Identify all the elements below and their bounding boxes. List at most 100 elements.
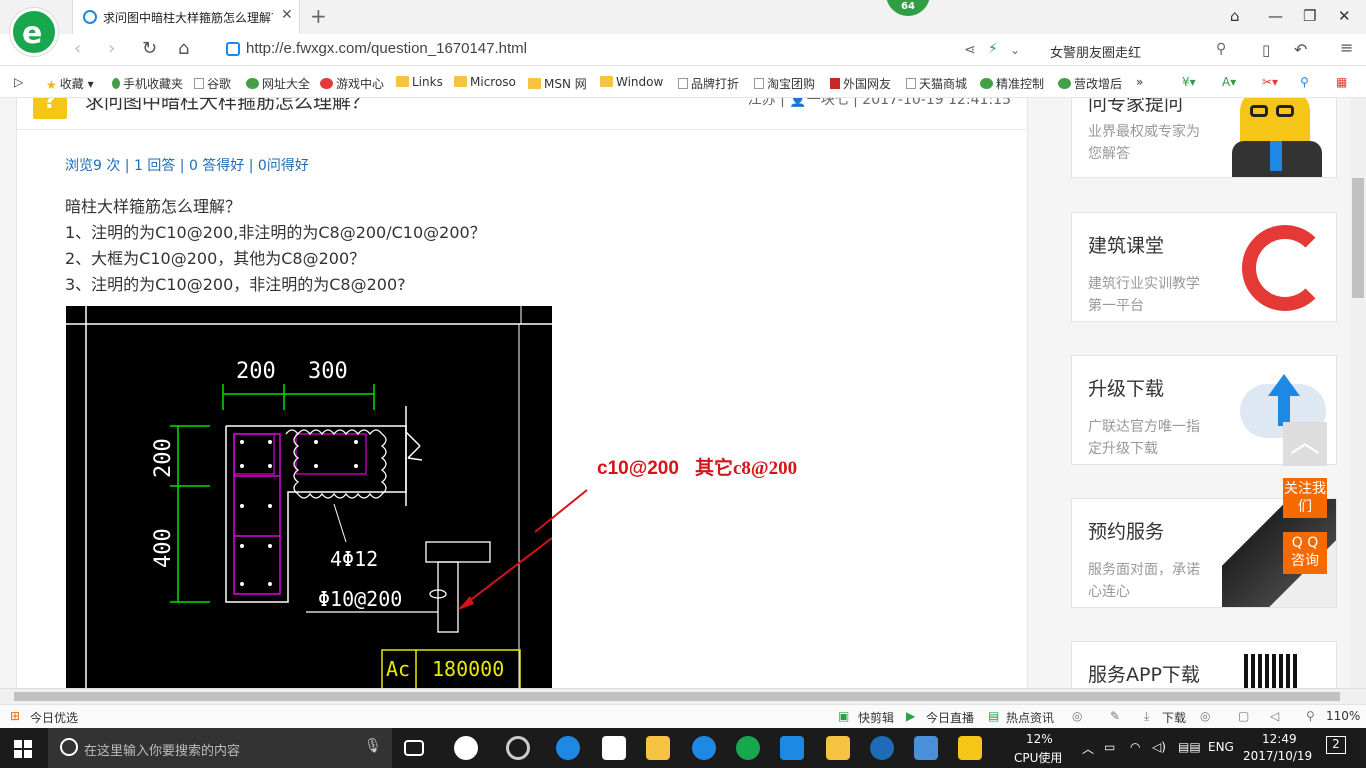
vertical-scrollbar[interactable] [1350,98,1366,688]
new-tab-button[interactable]: + [310,4,327,28]
start-button[interactable] [14,740,32,758]
more-bookmarks-icon[interactable]: » [1136,75,1143,89]
bookmark-msn[interactable]: MSN 网 [528,75,587,92]
scroll-thumb[interactable] [14,692,1340,701]
building-class-card[interactable]: 建筑课堂 建筑行业实训教学第一平台 [1071,212,1337,322]
score-badge[interactable]: 64 [886,0,930,16]
mute-icon[interactable]: ◁ [1270,709,1279,723]
scissors-icon[interactable]: ✂▾ [1262,75,1278,89]
tools-icon[interactable]: ✎ [1110,709,1120,723]
bookmark-games[interactable]: 游戏中心 [320,75,384,92]
browser-taskbar-icon[interactable] [736,736,760,760]
download-link[interactable]: 下载 [1162,709,1186,726]
reload-icon[interactable]: ↻ [142,38,157,59]
microphone-icon[interactable]: 🎙 [364,738,382,754]
question-title: 求问图中暗柱大样箍筋怎么理解？ [85,98,371,113]
browser-logo-icon[interactable]: e [10,8,58,56]
bookmark-links[interactable]: Links [396,75,443,89]
follow-us-button[interactable]: 关注我们 [1283,478,1327,518]
forward-icon[interactable]: › [108,38,115,59]
bookmark-foreign[interactable]: 外国网友 [830,75,891,92]
bookmark-taobao[interactable]: 淘宝团购 [754,75,815,92]
close-tab-icon[interactable]: ✕ [281,7,293,23]
swirl-logo-icon [1242,225,1328,311]
bookmark-precise[interactable]: 精准控制 [980,75,1044,92]
clock-time[interactable]: 12:49 [1262,732,1297,746]
url-field[interactable]: http://e.fwxgx.com/question_1670147.html [226,39,956,61]
keyboard-icon[interactable]: ▤▤ [1178,740,1201,754]
kuaijianji-link[interactable]: 快剪辑 [858,709,894,726]
zoom-level[interactable]: 110% [1326,709,1360,723]
apps-grid-icon[interactable]: ▦ [1336,75,1347,89]
tray-up-icon[interactable]: ︿ [1082,740,1094,757]
bookmark-favorites[interactable]: ★ 收藏 ▾ [46,75,94,92]
speed-icon[interactable]: ◎ [1072,709,1082,723]
question-meta[interactable]: 江苏 | 👤一块七 | 2017-10-19 12:41:15 [748,98,1011,109]
sidecard-title: 建筑课堂 [1088,235,1165,257]
mobile-icon[interactable]: ▯ [1262,41,1270,59]
chevron-down-icon[interactable]: ⌄ [1010,43,1020,57]
bookmark-mobile[interactable]: 手机收藏夹 [112,75,183,92]
window-icon[interactable]: ▢ [1238,709,1249,723]
bookmark-google[interactable]: 谷歌 [194,75,231,92]
store-icon[interactable] [602,736,626,760]
back-to-top-button[interactable]: ︿ [1283,422,1327,466]
question-stats[interactable]: 浏览9 次 | 1 回答 | 0 答得好 | 0问得好 [65,155,309,175]
ask-expert-card[interactable]: 问专家提问 业界最权威专家为您解答 [1071,98,1337,178]
app-download-card[interactable]: 服务APP下载 [1071,641,1337,688]
live-link[interactable]: 今日直播 [926,709,974,726]
news-link[interactable]: 热点资讯 [1006,709,1054,726]
clock-date[interactable]: 2017/10/19 [1243,749,1312,763]
bookmark-microsoft[interactable]: Microso [454,75,516,89]
search-field[interactable]: 女警朋友圈走红 ⚲ [1040,38,1236,62]
bookmark-hao123[interactable]: 网址大全 [246,75,310,92]
arrow-tail [535,489,588,533]
bookmark-windows[interactable]: Window [600,75,663,89]
g-app-icon[interactable] [870,736,894,760]
restore-icon[interactable]: ❐ [1303,7,1316,25]
notification-center-icon[interactable]: 2 [1326,736,1346,754]
bookmark-tmall[interactable]: 天猫商城 [906,75,967,92]
sidebar-toggle-icon[interactable]: ▷ [14,75,23,89]
360-app-icon[interactable] [506,736,530,760]
file-explorer-icon[interactable] [646,736,670,760]
close-window-icon[interactable]: ✕ [1338,7,1351,25]
browser-mode-icon[interactable]: ◎ [1200,709,1210,723]
bookmark-vat[interactable]: 营改增后 [1058,75,1122,92]
task-view-icon[interactable] [404,740,424,756]
fan-app-icon[interactable] [454,736,478,760]
battery-icon[interactable]: ▭ [1104,740,1115,754]
qq-consult-button[interactable]: Q Q 咨询 [1283,532,1327,574]
undo-icon[interactable]: ↶ [1294,40,1307,59]
sidecard-subtitle: 广联达官方唯一指定升级下载 [1088,419,1200,457]
yuan-icon[interactable]: ¥▾ [1182,75,1196,89]
menu-icon[interactable]: ≡ [1340,38,1353,57]
notes-app-icon[interactable] [826,736,850,760]
plus-app-icon[interactable] [780,736,804,760]
horizontal-scrollbar[interactable] [0,688,1366,704]
help-app-icon[interactable] [958,736,982,760]
ie-icon[interactable] [692,736,716,760]
translate-icon[interactable]: A▾ [1222,75,1236,89]
cad-drawing-image[interactable]: 200 300 200 400 4Φ12 Φ10@200 Ac 180000 [66,306,552,688]
language-indicator[interactable]: ENG [1208,740,1234,754]
search-icon[interactable]: ⚲ [1216,41,1226,57]
divider [17,129,1027,130]
browser-tab[interactable]: 求问图中暗柱大样箍筋怎么理解？ ✕ [72,0,300,34]
shirt-skin-icon[interactable]: ⌂ [1230,7,1240,25]
taskbar-search[interactable]: 在这里输入你要搜索的内容 🎙 [48,728,392,768]
edge-icon[interactable] [556,736,580,760]
photo-app-icon[interactable] [914,736,938,760]
today-picks-link[interactable]: 今日优选 [30,709,78,726]
minimize-icon[interactable]: — [1268,7,1283,25]
home-icon[interactable]: ⌂ [178,38,189,59]
bookmark-brand[interactable]: 品牌打折 [678,75,739,92]
wifi-icon[interactable]: ◠ [1130,740,1140,754]
search-tool-icon[interactable]: ⚲ [1300,75,1309,89]
share-icon[interactable]: ⋖ [964,42,976,58]
scroll-thumb[interactable] [1352,178,1364,298]
lightning-icon[interactable]: ⚡ [988,41,998,57]
cpu-label[interactable]: CPU使用 [1014,749,1062,766]
volume-icon[interactable]: ◁) [1152,740,1166,754]
back-icon[interactable]: ‹ [74,38,81,59]
